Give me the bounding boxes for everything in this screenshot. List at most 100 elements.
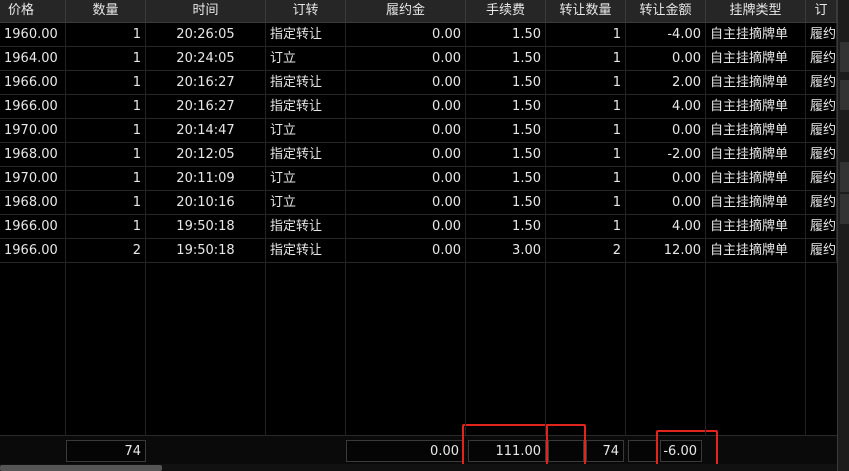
table-row[interactable]: 1960.00 1 20:26:05 指定转让 0.00 1.50 1 -4.00 自主挂摘牌单…	[0, 23, 837, 47]
cell-fee: 1.50	[466, 215, 546, 238]
cell-quantity: 1	[66, 95, 146, 118]
cell-time: 20:24:05	[146, 47, 266, 70]
cell-listing-type: 自主挂摘牌单	[706, 95, 806, 118]
cell-quantity: 1	[66, 23, 146, 46]
cell-transfer-amount: 0.00	[626, 167, 706, 190]
total-spacer-2	[628, 440, 658, 462]
cell-listing-type: 自主挂摘牌单	[706, 23, 806, 46]
table-row[interactable]: 1966.00 1 20:16:27 指定转让 0.00 1.50 1 2.00 自主挂摘牌单履…	[0, 71, 837, 95]
cell-listing-type: 自主挂摘牌单	[706, 143, 806, 166]
cell-listing-type: 自主挂摘牌单	[706, 215, 806, 238]
cell-transfer-qty: 1	[546, 215, 626, 238]
total-transfer-qty: 74	[586, 440, 624, 462]
cell-margin: 0.00	[346, 95, 466, 118]
cell-transfer-qty: 1	[546, 143, 626, 166]
cell-margin: 0.00	[346, 23, 466, 46]
cell-time: 20:26:05	[146, 23, 266, 46]
column-header-quantity[interactable]: 数量	[66, 0, 146, 22]
cell-status: 履约	[806, 215, 837, 238]
cell-status: 履约	[806, 23, 837, 46]
column-header-fee[interactable]: 手续费	[466, 0, 546, 22]
scrollbar-thumb[interactable]	[0, 465, 162, 471]
cell-order-type: 指定转让	[266, 143, 346, 166]
cell-status: 履约	[806, 71, 837, 94]
cell-time: 20:10:16	[146, 191, 266, 214]
cell-margin: 0.00	[346, 143, 466, 166]
cell-margin: 0.00	[346, 191, 466, 214]
cell-transfer-qty: 1	[546, 191, 626, 214]
cell-price: 1966.00	[0, 71, 66, 94]
cell-margin: 0.00	[346, 239, 466, 262]
cell-quantity: 1	[66, 215, 146, 238]
column-header-transfer-qty[interactable]: 转让数量	[546, 0, 626, 22]
cell-time: 20:11:09	[146, 167, 266, 190]
cell-fee: 1.50	[466, 143, 546, 166]
cell-listing-type: 自主挂摘牌单	[706, 119, 806, 142]
column-header-listing-type[interactable]: 挂牌类型	[706, 0, 806, 22]
panel-button-4[interactable]	[840, 194, 849, 224]
cell-time: 19:50:18	[146, 215, 266, 238]
right-side-panel-edge	[837, 0, 849, 471]
cell-listing-type: 自主挂摘牌单	[706, 239, 806, 262]
cell-listing-type: 自主挂摘牌单	[706, 71, 806, 94]
cell-margin: 0.00	[346, 215, 466, 238]
cell-order-type: 指定转让	[266, 23, 346, 46]
cell-quantity: 1	[66, 119, 146, 142]
cell-transfer-amount: 4.00	[626, 215, 706, 238]
cell-quantity: 2	[66, 239, 146, 262]
cell-status: 履约	[806, 95, 837, 118]
cell-transfer-amount: -4.00	[626, 23, 706, 46]
column-header-order-type[interactable]: 订转	[266, 0, 346, 22]
column-header-transfer-amount[interactable]: 转让金额	[626, 0, 706, 22]
cell-quantity: 1	[66, 167, 146, 190]
cell-margin: 0.00	[346, 119, 466, 142]
table-row[interactable]: 1966.00 1 20:16:27 指定转让 0.00 1.50 1 4.00 自主挂摘牌单履…	[0, 95, 837, 119]
cell-margin: 0.00	[346, 167, 466, 190]
column-header-margin[interactable]: 履约金	[346, 0, 466, 22]
cell-order-type: 指定转让	[266, 239, 346, 262]
table-row[interactable]: 1970.00 1 20:11:09 订立 0.00 1.50 1 0.00 自主挂摘牌单 履约	[0, 167, 837, 191]
cell-time: 20:16:27	[146, 71, 266, 94]
cell-transfer-qty: 1	[546, 71, 626, 94]
cell-time: 20:12:05	[146, 143, 266, 166]
cell-order-type: 指定转让	[266, 215, 346, 238]
grid-line	[805, 23, 806, 436]
cell-transfer-qty: 1	[546, 119, 626, 142]
horizontal-scrollbar[interactable]	[0, 464, 837, 471]
cell-transfer-amount: 0.00	[626, 47, 706, 70]
cell-quantity: 1	[66, 71, 146, 94]
panel-button-2[interactable]	[840, 80, 849, 110]
cell-price: 1966.00	[0, 95, 66, 118]
cell-status: 履约	[806, 47, 837, 70]
column-header-price[interactable]: 价格	[0, 0, 66, 22]
cell-price: 1966.00	[0, 239, 66, 262]
column-header-time[interactable]: 时间	[146, 0, 266, 22]
cell-transfer-amount: 2.00	[626, 71, 706, 94]
column-header-status[interactable]: 订	[806, 0, 837, 22]
cell-listing-type: 自主挂摘牌单	[706, 191, 806, 214]
cell-fee: 1.50	[466, 47, 546, 70]
cell-transfer-amount: 0.00	[626, 191, 706, 214]
table-row[interactable]: 1966.00 2 19:50:18 指定转让 0.00 3.00 2 12.00 自主挂摘牌单…	[0, 239, 837, 263]
cell-status: 履约	[806, 239, 837, 262]
panel-button-3[interactable]	[840, 162, 849, 192]
cell-quantity: 1	[66, 143, 146, 166]
panel-button-1[interactable]	[840, 42, 849, 72]
grid-line	[705, 23, 706, 436]
cell-transfer-amount: 0.00	[626, 119, 706, 142]
cell-quantity: 1	[66, 191, 146, 214]
cell-time: 20:16:27	[146, 95, 266, 118]
table-row[interactable]: 1964.00 1 20:24:05 订立 0.00 1.50 1 0.00 自主挂摘牌单 履约	[0, 47, 837, 71]
cell-margin: 0.00	[346, 47, 466, 70]
total-quantity: 74	[66, 440, 146, 462]
table-row[interactable]: 1968.00 1 20:10:16 订立 0.00 1.50 1 0.00 自主挂摘牌单 履约	[0, 191, 837, 215]
table-row[interactable]: 1966.00 1 19:50:18 指定转让 0.00 1.50 1 4.00 自主挂摘牌单履…	[0, 215, 837, 239]
cell-order-type: 指定转让	[266, 95, 346, 118]
grid-line	[345, 23, 346, 436]
table-row[interactable]: 1968.00 1 20:12:05 指定转让 0.00 1.50 1 -2.00 自主挂摘牌单…	[0, 143, 837, 167]
grid-line	[545, 23, 546, 436]
table-row[interactable]: 1970.00 1 20:14:47 订立 0.00 1.50 1 0.00 自主挂摘牌单 履约	[0, 119, 837, 143]
cell-fee: 1.50	[466, 95, 546, 118]
total-margin: 0.00	[346, 440, 464, 462]
transfer-amount-highlight-box	[656, 430, 718, 468]
